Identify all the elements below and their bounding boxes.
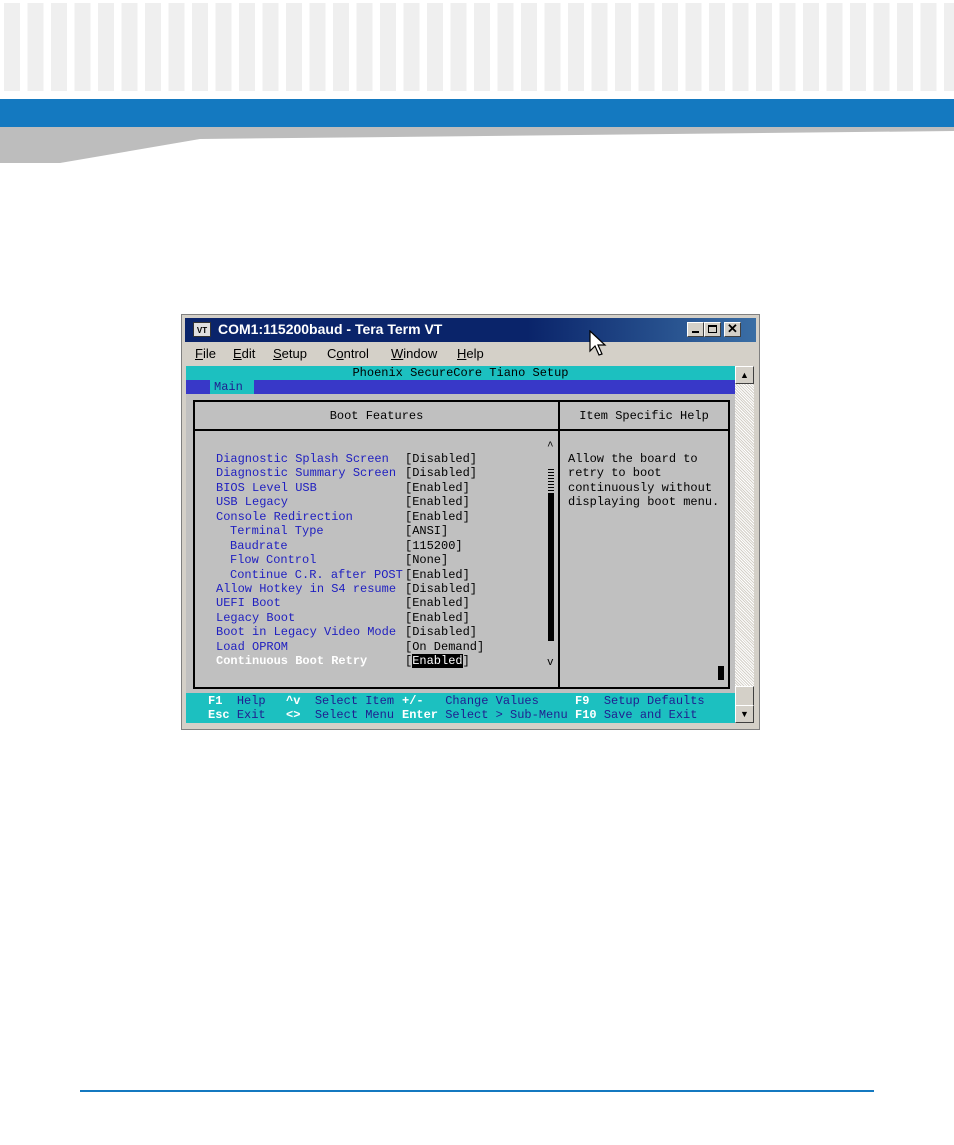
boot-item-label[interactable]: Diagnostic Splash Screen	[216, 452, 389, 466]
boot-item-label[interactable]: Load OPROM	[216, 640, 288, 654]
list-scroll-track	[548, 469, 554, 491]
bios-key-legend: F1 Help ^v Select Item +/- Change Values…	[186, 693, 735, 723]
boot-item-value[interactable]: [Disabled]	[405, 625, 477, 639]
boot-item-value[interactable]: [None]	[405, 553, 448, 567]
key-f10: F10 Save and Exit	[575, 708, 698, 722]
boot-item-label[interactable]: Diagnostic Summary Screen	[216, 466, 396, 480]
boot-item-label[interactable]: Baudrate	[230, 539, 288, 553]
boot-item-label[interactable]: USB Legacy	[216, 495, 288, 509]
boot-item-value[interactable]: [On Demand]	[405, 640, 484, 654]
help-text-line: continuously without	[568, 480, 713, 495]
boot-item-label[interactable]: Flow Control	[230, 553, 316, 567]
menu-edit[interactable]: Edit	[233, 346, 255, 361]
menu-control[interactable]: Control	[327, 346, 369, 361]
minimize-icon	[692, 331, 699, 333]
app-icon[interactable]: VT	[193, 322, 211, 337]
list-scroll-thumb	[548, 493, 554, 641]
header-blue-band	[0, 99, 954, 127]
mouse-pointer-icon	[589, 330, 607, 356]
frame-vertical-divider	[558, 400, 560, 689]
boot-item-value[interactable]: [Enabled]	[405, 611, 470, 625]
boot-item-label[interactable]: UEFI Boot	[216, 596, 281, 610]
boot-item-value[interactable]: [Disabled]	[405, 582, 477, 596]
menu-setup[interactable]: Setup	[273, 346, 307, 361]
maximize-button[interactable]	[704, 322, 721, 337]
help-title: Item Specific Help	[579, 409, 709, 423]
key-f9: F9 Setup Defaults	[575, 694, 705, 708]
scroll-down-button[interactable]: ▼	[735, 705, 754, 723]
panel-title: Boot Features	[329, 409, 424, 423]
terminal-screen[interactable]: Phoenix SecureCore Tiano Setup Main Boot…	[186, 366, 735, 723]
list-scroll-up-icon: ^	[547, 441, 554, 453]
scroll-up-button[interactable]: ▲	[735, 366, 754, 384]
maximize-icon	[708, 325, 717, 333]
selected-item-value[interactable]: [Enabled]	[405, 654, 470, 668]
key-esc: Esc Exit	[208, 708, 266, 722]
key-leftright: <> Select Menu	[286, 708, 395, 722]
boot-item-value[interactable]: [Enabled]	[405, 596, 470, 610]
menu-bar: File Edit Setup Control Window Help	[185, 343, 756, 365]
window-title: COM1:115200baud - Tera Term VT	[218, 321, 443, 337]
list-scroll-down-icon: v	[547, 657, 554, 669]
header-pattern	[0, 0, 954, 92]
minimize-button[interactable]	[687, 322, 704, 337]
boot-item-value[interactable]: [115200]	[405, 539, 463, 553]
help-text-line: retry to boot	[568, 466, 662, 481]
boot-item-value[interactable]: [ANSI]	[405, 524, 448, 538]
close-icon: ✕	[727, 321, 738, 336]
boot-item-value[interactable]: [Disabled]	[405, 452, 477, 466]
window-scrollbar[interactable]: ▲ ▼	[735, 366, 754, 723]
footer-rule	[80, 1090, 874, 1092]
bios-tab-bar: Main	[186, 380, 735, 394]
boot-item-value[interactable]: [Enabled]	[405, 510, 470, 524]
menu-help[interactable]: Help	[457, 346, 484, 361]
boot-item-value[interactable]: [Disabled]	[405, 466, 477, 480]
boot-item-value[interactable]: [Enabled]	[405, 481, 470, 495]
frame-horizontal-divider	[193, 429, 730, 431]
boot-item-value[interactable]: [Enabled]	[405, 495, 470, 509]
tab-main[interactable]: Main	[210, 380, 254, 394]
help-scroll-marker	[718, 666, 724, 680]
boot-item-label[interactable]: Legacy Boot	[216, 611, 295, 625]
boot-item-label[interactable]: Boot in Legacy Video Mode	[216, 625, 396, 639]
menu-window[interactable]: Window	[391, 346, 437, 361]
menu-file[interactable]: File	[195, 346, 216, 361]
header-grey-swoosh	[0, 127, 954, 163]
key-updown: ^v Select Item	[286, 694, 395, 708]
selected-item-label[interactable]: Continuous Boot Retry	[216, 654, 367, 668]
help-text-line: displaying boot menu.	[568, 495, 720, 510]
boot-item-label[interactable]: Continue C.R. after POST	[230, 568, 403, 582]
bios-header: Phoenix SecureCore Tiano Setup	[186, 366, 735, 380]
key-f1: F1 Help	[208, 694, 266, 708]
boot-item-label[interactable]: Terminal Type	[230, 524, 324, 538]
help-text-line: Allow the board to	[568, 452, 698, 466]
scrollbar-thumb[interactable]	[735, 686, 754, 706]
boot-item-label[interactable]: Allow Hotkey in S4 resume	[216, 582, 396, 596]
key-enter: Enter Select > Sub-Menu	[402, 708, 568, 722]
boot-item-value[interactable]: [Enabled]	[405, 568, 470, 582]
boot-item-label[interactable]: BIOS Level USB	[216, 481, 317, 495]
key-plusminus: +/- Change Values	[402, 694, 539, 708]
tera-term-window: VT COM1:115200baud - Tera Term VT ✕ File…	[181, 314, 760, 730]
boot-item-label[interactable]: Console Redirection	[216, 510, 353, 524]
title-bar[interactable]: VT COM1:115200baud - Tera Term VT ✕	[185, 318, 756, 342]
close-button[interactable]: ✕	[724, 321, 741, 337]
